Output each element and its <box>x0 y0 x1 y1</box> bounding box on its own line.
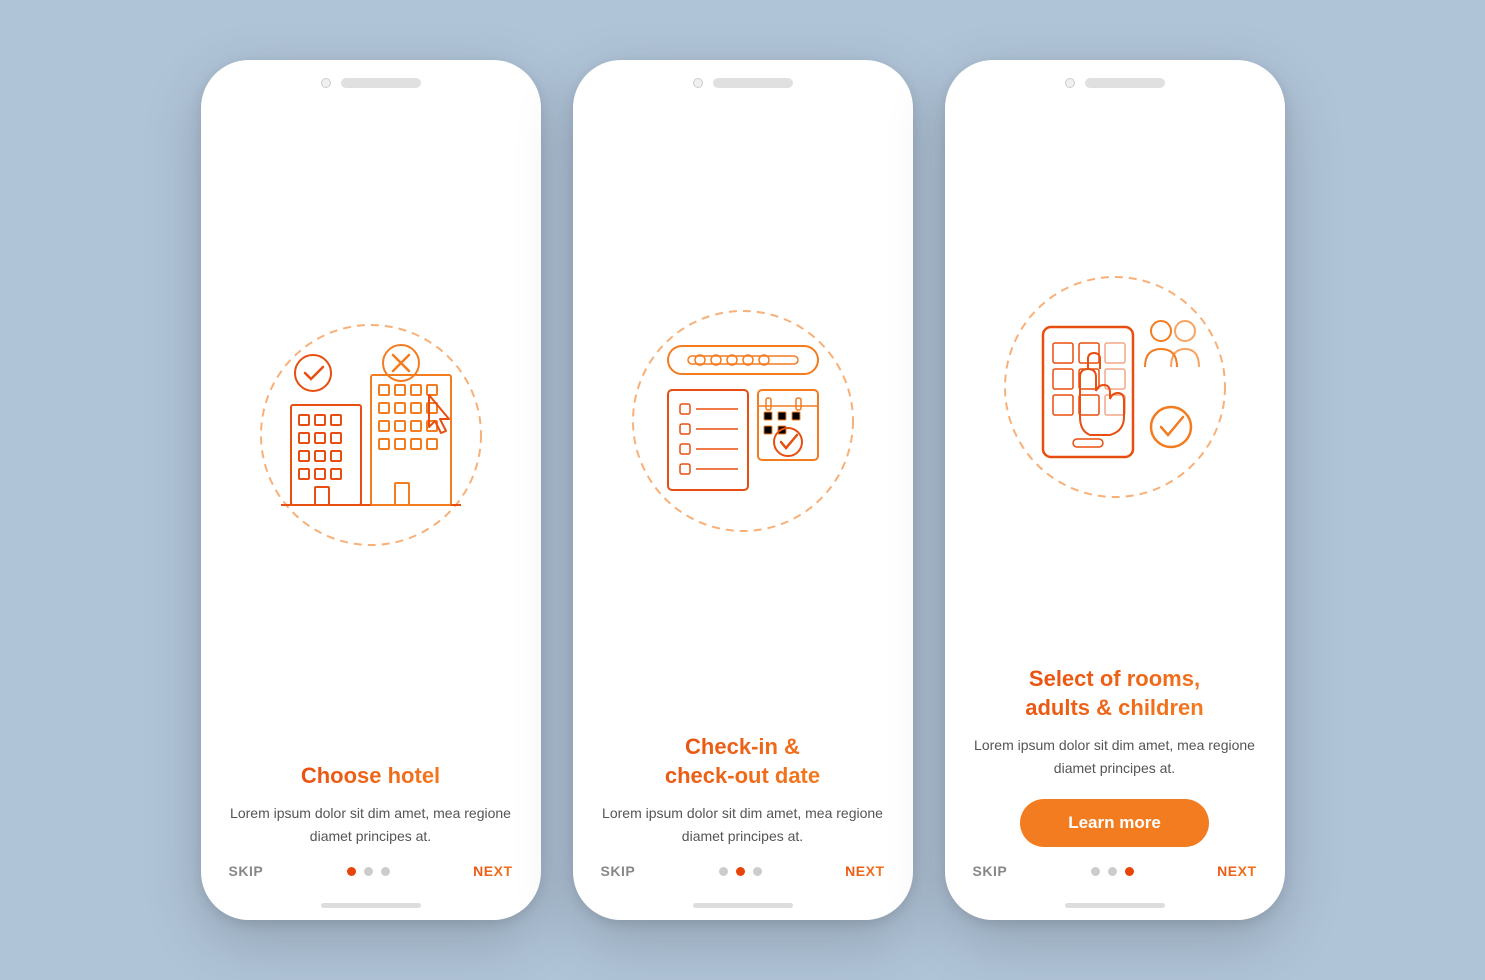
calendar-icon-circle <box>623 301 863 541</box>
icon-area-1 <box>231 98 511 762</box>
phone-bottom-3: SKIP NEXT <box>945 847 1285 903</box>
next-3[interactable]: NEXT <box>1217 863 1256 879</box>
dot-1-3 <box>381 867 390 876</box>
dot-1-1 <box>347 867 356 876</box>
icon-area-3 <box>975 98 1255 665</box>
speaker-3 <box>1085 78 1165 88</box>
calendar-icon <box>648 326 838 516</box>
dot-2-1 <box>719 867 728 876</box>
home-bar-1 <box>321 903 421 908</box>
rooms-icon <box>1015 287 1215 487</box>
phone-3: Select of rooms, adults & children Lorem… <box>945 60 1285 920</box>
hotel-icon <box>271 335 471 535</box>
rooms-icon-circle <box>995 267 1235 507</box>
phone-title-1: Choose hotel <box>301 762 440 791</box>
speaker-1 <box>341 78 421 88</box>
phone-content-2: Check-in & check-out date Lorem ipsum do… <box>573 733 913 847</box>
dot-3-2 <box>1108 867 1117 876</box>
phone-bottom-2: SKIP NEXT <box>573 847 913 903</box>
phone-top-bar-2 <box>573 60 913 98</box>
learn-more-button[interactable]: Learn more <box>1020 799 1209 847</box>
dot-2-3 <box>753 867 762 876</box>
phone-content-1: Choose hotel Lorem ipsum dolor sit dim a… <box>201 762 541 847</box>
phone-1: Choose hotel Lorem ipsum dolor sit dim a… <box>201 60 541 920</box>
dots-2 <box>719 867 762 876</box>
phones-container: Choose hotel Lorem ipsum dolor sit dim a… <box>201 60 1285 920</box>
dot-3-3 <box>1125 867 1134 876</box>
home-bar-3 <box>1065 903 1165 908</box>
home-bar-2 <box>693 903 793 908</box>
dot-2-2 <box>736 867 745 876</box>
dots-1 <box>347 867 390 876</box>
skip-2[interactable]: SKIP <box>601 863 636 879</box>
skip-3[interactable]: SKIP <box>973 863 1008 879</box>
phone-top-bar-1 <box>201 60 541 98</box>
camera-2 <box>693 78 703 88</box>
camera-1 <box>321 78 331 88</box>
camera-3 <box>1065 78 1075 88</box>
phone-content-3: Select of rooms, adults & children Lorem… <box>945 665 1285 847</box>
next-1[interactable]: NEXT <box>473 863 512 879</box>
icon-area-2 <box>603 98 883 733</box>
phone-description-3: Lorem ipsum dolor sit dim amet, mea regi… <box>973 734 1257 779</box>
phone-description-2: Lorem ipsum dolor sit dim amet, mea regi… <box>601 802 885 847</box>
phone-title-2: Check-in & check-out date <box>665 733 820 790</box>
phone-description-1: Lorem ipsum dolor sit dim amet, mea regi… <box>229 802 513 847</box>
dot-1-2 <box>364 867 373 876</box>
phone-title-3: Select of rooms, adults & children <box>1025 665 1203 722</box>
skip-1[interactable]: SKIP <box>229 863 264 879</box>
hotel-icon-circle <box>251 315 491 555</box>
next-2[interactable]: NEXT <box>845 863 884 879</box>
dot-3-1 <box>1091 867 1100 876</box>
phone-2: Check-in & check-out date Lorem ipsum do… <box>573 60 913 920</box>
speaker-2 <box>713 78 793 88</box>
dots-3 <box>1091 867 1134 876</box>
phone-bottom-1: SKIP NEXT <box>201 847 541 903</box>
phone-top-bar-3 <box>945 60 1285 98</box>
